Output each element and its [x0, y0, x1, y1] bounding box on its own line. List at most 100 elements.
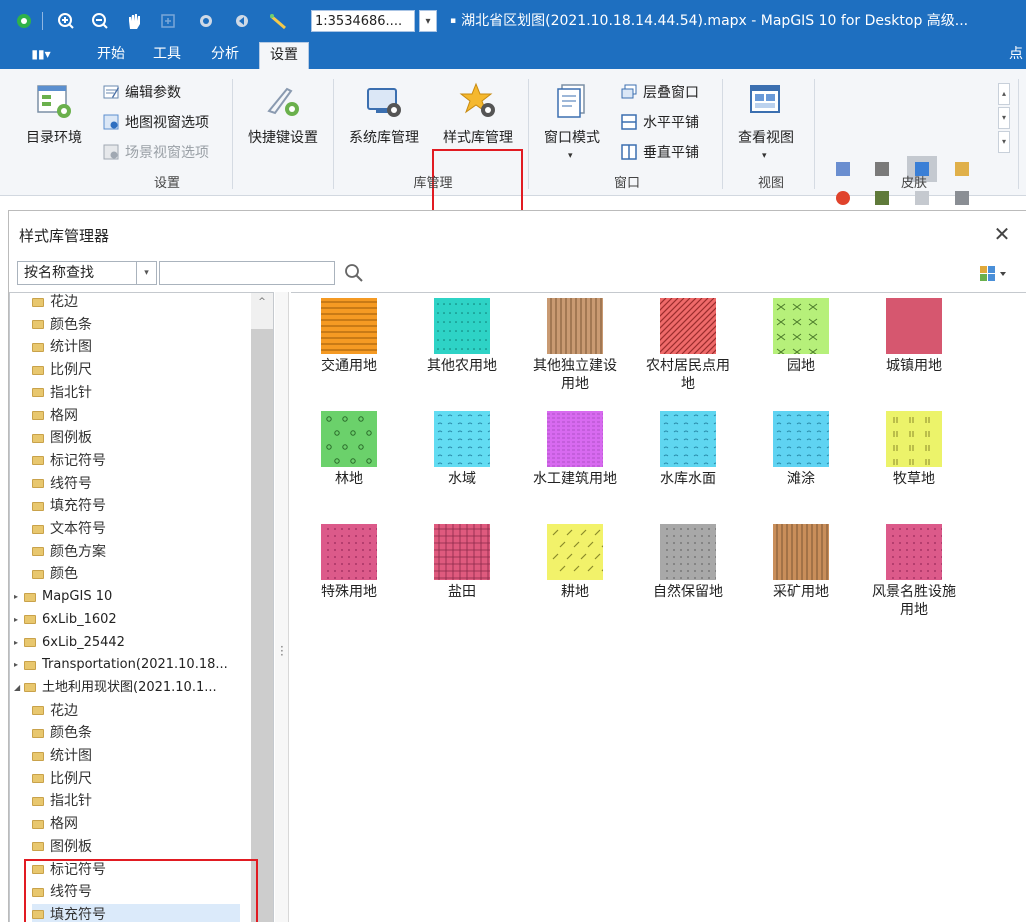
- collapsed-arrow-icon[interactable]: ▸: [14, 654, 24, 676]
- symbol-item[interactable]: 自然保留地: [632, 524, 744, 601]
- symbol-item[interactable]: 牧草地: [858, 411, 970, 488]
- select-tool-icon[interactable]: [268, 11, 288, 31]
- shortcut-settings-icon: [267, 87, 299, 116]
- collapsed-arrow-icon[interactable]: ▸: [14, 586, 24, 608]
- tree-library-item[interactable]: ◢ 土地利用现状图(2021.10.1...: [14, 677, 217, 699]
- symbol-label: 水域: [448, 471, 476, 487]
- tree-folder-item[interactable]: 花边: [32, 293, 78, 313]
- style-library-button[interactable]: 样式库管理: [434, 81, 522, 147]
- window-mode-dropdown-icon[interactable]: ▾: [568, 151, 573, 161]
- fill-pattern-swatch: [660, 298, 716, 354]
- tree-library-item[interactable]: ▸ Transportation(2021.10.18...: [14, 654, 228, 676]
- symbol-item[interactable]: 耕地: [519, 524, 631, 601]
- panel-splitter[interactable]: · · ·: [275, 292, 289, 922]
- library-tree[interactable]: 花边 颜色条 统计图 比例尺 指北针 格网 图例板 标记符号 线符号 填充符号 文本符号 颜色方案 颜色…: [9, 292, 274, 922]
- symbol-item[interactable]: 园地: [745, 298, 857, 375]
- skin-scroll-up-icon[interactable]: ▴: [998, 83, 1010, 105]
- symbol-item[interactable]: 其他独立建设用地: [519, 298, 631, 393]
- tree-folder-item[interactable]: 指北针: [32, 382, 92, 404]
- tree-folder-item[interactable]: 统计图: [32, 745, 92, 767]
- symbol-item[interactable]: 林地: [293, 411, 405, 488]
- tab-start[interactable]: 开始: [86, 42, 136, 69]
- map-view-options-button[interactable]: 地图视窗选项: [102, 111, 209, 133]
- tree-folder-item[interactable]: 线符号: [32, 473, 92, 495]
- tree-folder-item[interactable]: 比例尺: [32, 768, 92, 790]
- tree-folder-item[interactable]: 统计图: [32, 336, 92, 358]
- tile-vertical-button[interactable]: 垂直平铺: [620, 141, 699, 163]
- full-extent-icon[interactable]: [158, 11, 178, 31]
- cascade-windows-button[interactable]: 层叠窗口: [620, 81, 699, 103]
- skin-swatch-icon[interactable]: [836, 191, 850, 205]
- symbol-item[interactable]: 盐田: [406, 524, 518, 601]
- collapsed-arrow-icon[interactable]: ▸: [14, 632, 24, 654]
- skin-swatch-icon[interactable]: [875, 191, 889, 205]
- tree-folder-item[interactable]: 文本符号: [32, 518, 106, 540]
- tree-folder-item[interactable]: 标记符号: [32, 450, 106, 472]
- system-library-button[interactable]: 系统库管理: [340, 81, 428, 147]
- symbol-item[interactable]: 城镇用地: [858, 298, 970, 375]
- search-icon[interactable]: [342, 261, 366, 285]
- tab-settings[interactable]: 设置: [259, 42, 309, 69]
- tree-library-item[interactable]: ▸ 6xLib_1602: [14, 609, 117, 631]
- zoom-in-icon[interactable]: [56, 11, 76, 31]
- symbol-item[interactable]: 农村居民点用地: [632, 298, 744, 393]
- chevron-down-icon[interactable]: ▾: [136, 262, 156, 284]
- tree-folder-item[interactable]: 格网: [32, 405, 78, 427]
- previous-view-icon[interactable]: [232, 11, 252, 31]
- zoom-out-icon[interactable]: [90, 11, 110, 31]
- symbol-item[interactable]: 滩涂: [745, 411, 857, 488]
- tree-folder-item[interactable]: 图例板: [32, 836, 92, 858]
- symbol-item[interactable]: 其他农用地: [406, 298, 518, 375]
- tree-folder-item[interactable]: 颜色条: [32, 314, 92, 336]
- skin-scroll-down-icon[interactable]: ▾: [998, 107, 1010, 129]
- skin-expand-icon[interactable]: ▾: [998, 131, 1010, 153]
- refresh-icon[interactable]: [196, 11, 216, 31]
- pan-hand-icon[interactable]: [124, 11, 144, 31]
- tree-folder-item[interactable]: 指北针: [32, 790, 92, 812]
- tab-point[interactable]: 点: [1006, 42, 1026, 69]
- tree-folder-item[interactable]: 格网: [32, 813, 78, 835]
- skin-swatch-icon[interactable]: [955, 191, 969, 205]
- symbol-item[interactable]: 水库水面: [632, 411, 744, 488]
- skin-swatch-icon[interactable]: [915, 191, 929, 205]
- view-mode-icon[interactable]: [978, 264, 1008, 284]
- scale-dropdown-button[interactable]: ▾: [419, 10, 437, 32]
- app-menu-button[interactable]: ▮▮▾: [26, 42, 56, 69]
- symbol-item[interactable]: 水域: [406, 411, 518, 488]
- tab-tools[interactable]: 工具: [142, 42, 192, 69]
- window-mode-button[interactable]: 窗口模式: [534, 81, 610, 147]
- tree-folder-item[interactable]: 颜色条: [32, 722, 92, 744]
- tree-scrollbar[interactable]: ^: [251, 293, 273, 922]
- search-input[interactable]: [159, 261, 335, 285]
- scale-combo[interactable]: 1:3534686....: [311, 10, 415, 32]
- scene-view-options-button[interactable]: 场景视窗选项: [102, 141, 209, 163]
- tree-folder-item[interactable]: 颜色方案: [32, 541, 106, 563]
- close-icon[interactable]: ✕: [989, 221, 1015, 247]
- expanded-arrow-icon[interactable]: ◢: [14, 677, 24, 699]
- scroll-up-icon[interactable]: ^: [251, 293, 273, 311]
- app-icon[interactable]: [14, 11, 34, 31]
- tree-folder-item[interactable]: 花边: [32, 700, 78, 722]
- tree-folder-item[interactable]: 填充符号: [32, 495, 106, 517]
- catalog-environment-button[interactable]: 目录环境: [18, 81, 90, 147]
- symbol-item[interactable]: 风景名胜设施用地: [858, 524, 970, 619]
- symbol-item[interactable]: 特殊用地: [293, 524, 405, 601]
- settings-group-label: 设置: [153, 176, 180, 191]
- tree-folder-item[interactable]: 图例板: [32, 427, 92, 449]
- symbol-item[interactable]: 交通用地: [293, 298, 405, 375]
- tile-horizontal-button[interactable]: 水平平铺: [620, 111, 699, 133]
- tree-folder-item[interactable]: 颜色: [32, 563, 78, 585]
- search-mode-select[interactable]: 按名称查找 ▾: [17, 261, 157, 285]
- symbol-item[interactable]: 水工建筑用地: [519, 411, 631, 488]
- collapsed-arrow-icon[interactable]: ▸: [14, 609, 24, 631]
- view-button[interactable]: 查看视图: [728, 81, 804, 147]
- edit-params-button[interactable]: 编辑参数: [102, 81, 181, 103]
- tree-scroll-thumb[interactable]: [251, 329, 273, 922]
- tree-library-item[interactable]: ▸ 6xLib_25442: [14, 632, 125, 654]
- shortcut-settings-button[interactable]: 快捷键设置: [238, 81, 328, 147]
- view-dropdown-icon[interactable]: ▾: [762, 151, 767, 161]
- tree-library-item[interactable]: ▸ MapGIS 10: [14, 586, 112, 608]
- tab-analysis[interactable]: 分析: [200, 42, 250, 69]
- tree-folder-item[interactable]: 比例尺: [32, 359, 92, 381]
- symbol-item[interactable]: 采矿用地: [745, 524, 857, 601]
